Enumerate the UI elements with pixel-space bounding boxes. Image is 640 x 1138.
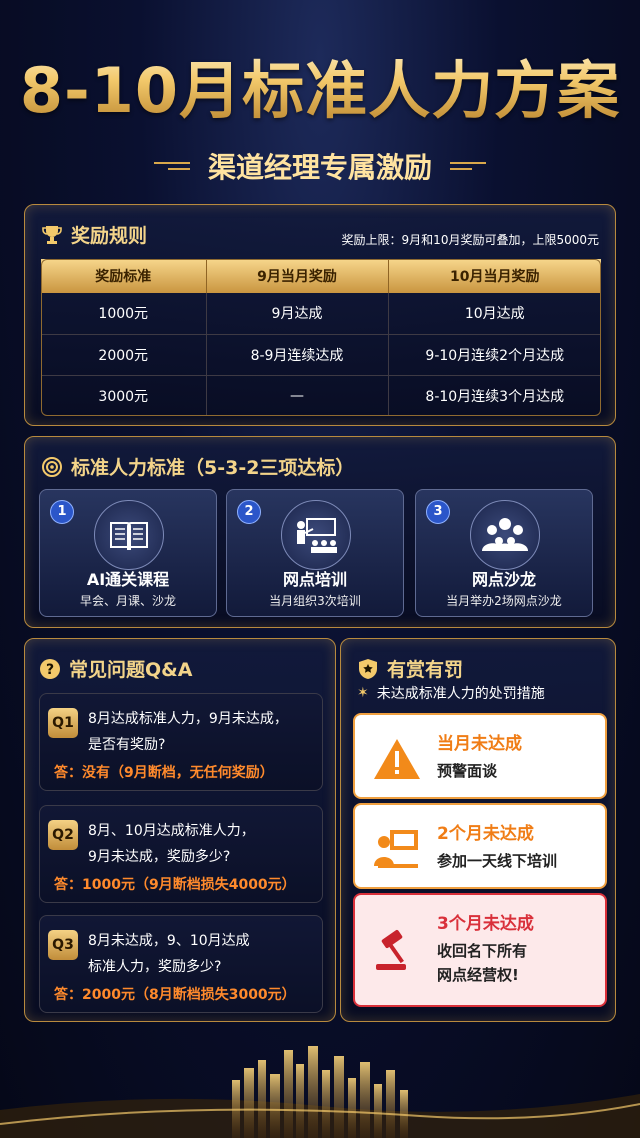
question-line: 是否有奖励? <box>88 737 166 753</box>
question-line: 8月达成标准人力，9月未达成， <box>88 711 288 727</box>
table-cell: 8-10月连续3个月达成 <box>425 388 565 405</box>
question-badge: Q1 <box>48 708 78 738</box>
left-decoration <box>153 162 190 170</box>
penalty-subtitle: 未达成标准人力的处罚措施 <box>376 686 545 702</box>
svg-text:?: ? <box>46 662 54 678</box>
table-cell: 9-10月连续2个月达成 <box>388 334 601 376</box>
table-cell: 3000元 <box>41 375 207 416</box>
penalty-panel: 有赏有罚 ✶ 未达成标准人力的处罚措施 当月未达成 预警面谈 2个月未达成 参加… <box>340 638 616 1022</box>
reward-table: 奖励标准 9月当月奖励 10月当月奖励 1000元 9月达成 10月达成 200… <box>41 259 601 416</box>
question-badge: Q3 <box>48 930 78 960</box>
table-cell: — <box>206 375 389 416</box>
book-icon <box>94 500 164 570</box>
sparkle-icon: ✶ <box>357 685 369 701</box>
gavel-icon <box>369 923 425 979</box>
penalty-measure: 收回名下所有 网点经营权! <box>437 939 527 987</box>
reward-rules-panel: 奖励规则 奖励上限：9月和10月奖励可叠加，上限5000元 奖励标准 9月当月奖… <box>24 204 616 426</box>
penalty-item-3: 3个月未达成 收回名下所有 网点经营权! <box>353 893 607 1007</box>
standard-card-3: 3 网点沙龙 当月举办2场网点沙龙 <box>415 489 593 617</box>
card-desc: 当月组织3次培训 <box>269 594 361 608</box>
table-header-row: 奖励标准 9月当月奖励 10月当月奖励 <box>41 259 601 293</box>
card-number: 2 <box>237 500 261 524</box>
standard-header: 标准人力标准（5-3-2三项达标） <box>41 453 354 480</box>
card-desc: 早会、月课、沙龙 <box>79 594 176 608</box>
target-icon <box>41 456 63 478</box>
card-number: 3 <box>426 500 450 524</box>
reward-rules-title: 奖励规则 <box>71 225 148 247</box>
answer-text: 答：没有（9月断档，无任何奖励） <box>54 765 274 781</box>
qa-title: 常见问题Q&A <box>69 659 193 681</box>
penalty-title: 有赏有罚 <box>387 659 464 681</box>
penalty-item-2: 2个月未达成 参加一天线下培训 <box>353 803 607 889</box>
qa-panel: ? 常见问题Q&A Q1 8月达成标准人力，9月未达成， 是否有奖励? 答：没有… <box>24 638 336 1022</box>
question-text: 8月达成标准人力，9月未达成， 是否有奖励? <box>88 706 318 758</box>
table-cell: 1000元 <box>41 293 207 335</box>
warning-icon <box>369 731 425 787</box>
measure-line: 网点经营权! <box>437 966 519 984</box>
column-header: 奖励标准 <box>41 259 207 293</box>
table-cell: 9月达成 <box>206 293 389 335</box>
qa-header: ? 常见问题Q&A <box>39 655 192 682</box>
question-line: 8月未达成，9、10月达成 <box>88 933 250 949</box>
penalty-header: 有赏有罚 <box>357 655 463 682</box>
group-icon <box>470 500 540 570</box>
qa-item-3: Q3 8月未达成，9、10月达成 标准人力，奖励多少? 答：2000元（8月断档… <box>39 915 323 1013</box>
card-title: 网点沙龙 <box>471 570 536 589</box>
offline-training-icon <box>369 821 425 877</box>
table-row: 3000元 — 8-10月连续3个月达成 <box>41 375 601 416</box>
card-desc: 当月举办2场网点沙龙 <box>446 594 562 608</box>
penalty-measure: 预警面谈 <box>437 759 497 783</box>
penalty-level: 3个月未达成 <box>437 914 534 934</box>
reward-rules-header: 奖励规则 <box>41 221 147 248</box>
table-cell: 2000元 <box>41 334 207 376</box>
standard-card-1: 1 AI通关课程 早会、月课、沙龙 <box>39 489 217 617</box>
penalty-level: 2个月未达成 <box>437 824 534 844</box>
question-icon: ? <box>39 658 61 680</box>
reward-limit-note: 奖励上限：9月和10月奖励可叠加，上限5000元 <box>341 233 599 247</box>
penalty-item-1: 当月未达成 预警面谈 <box>353 713 607 799</box>
qa-item-1: Q1 8月达成标准人力，9月未达成， 是否有奖励? 答：没有（9月断档，无任何奖… <box>39 693 323 791</box>
question-text: 8月、10月达成标准人力， 9月未达成，奖励多少? <box>88 818 318 870</box>
table-cell: 8-9月连续达成 <box>206 334 389 376</box>
qa-item-2: Q2 8月、10月达成标准人力， 9月未达成，奖励多少? 答：1000元（9月断… <box>39 805 323 903</box>
standard-panel: 标准人力标准（5-3-2三项达标） 1 AI通关课程 早会、月课、沙龙 2 网点… <box>24 436 616 628</box>
answer-text: 答：2000元（8月断档损失3000元） <box>54 987 296 1003</box>
shield-icon <box>357 658 379 680</box>
measure-line: 参加一天线下培训 <box>437 852 558 870</box>
penalty-subheader: ✶ 未达成标准人力的处罚措施 <box>357 683 545 703</box>
penalty-level: 当月未达成 <box>437 734 522 754</box>
question-line: 8月、10月达成标准人力， <box>88 823 255 839</box>
card-title: AI通关课程 <box>86 570 170 589</box>
standard-card-2: 2 网点培训 当月组织3次培训 <box>226 489 404 617</box>
right-decoration <box>450 162 486 170</box>
card-number: 1 <box>50 500 74 524</box>
table-cell: 10月达成 <box>388 293 601 335</box>
page-subtitle: 渠道经理专属激励 <box>207 151 432 184</box>
column-header: 10月当月奖励 <box>388 259 601 293</box>
column-header: 9月当月奖励 <box>206 259 389 293</box>
question-line: 标准人力，奖励多少? <box>88 959 222 975</box>
answer-text: 答：1000元（9月断档损失4000元） <box>54 877 296 893</box>
question-badge: Q2 <box>48 820 78 850</box>
measure-line: 预警面谈 <box>437 762 498 780</box>
question-line: 9月未达成，奖励多少? <box>88 849 231 865</box>
question-text: 8月未达成，9、10月达成 标准人力，奖励多少? <box>88 928 318 980</box>
penalty-measure: 参加一天线下培训 <box>437 849 557 873</box>
page-title: 8-10月标准人力方案 <box>0 40 640 130</box>
training-icon <box>281 500 351 570</box>
trophy-icon <box>41 224 63 246</box>
table-row: 1000元 9月达成 10月达成 <box>41 293 601 335</box>
card-title: 网点培训 <box>282 570 347 589</box>
city-skyline-decoration <box>0 1046 640 1138</box>
standard-title: 标准人力标准（5-3-2三项达标） <box>71 457 355 479</box>
subtitle-bar: 渠道经理专属激励 <box>0 140 640 192</box>
table-row: 2000元 8-9月连续达成 9-10月连续2个月达成 <box>41 334 601 376</box>
measure-line: 收回名下所有 <box>437 942 528 960</box>
